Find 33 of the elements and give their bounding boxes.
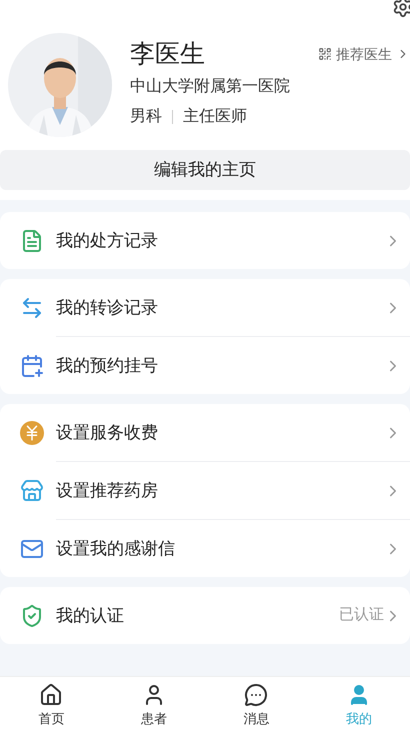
document-icon	[20, 228, 44, 252]
menu-item[interactable]: 设置推荐药房	[0, 462, 410, 519]
title-text: 主任医师	[183, 106, 247, 127]
edit-homepage-button[interactable]: 编辑我的主页	[0, 150, 410, 190]
tab-item[interactable]: 消息	[205, 677, 308, 734]
menu-item[interactable]: 我的处方记录	[0, 212, 410, 269]
menu-item-value: 已认证	[339, 605, 384, 626]
calendar-icon	[20, 354, 44, 378]
menu-item[interactable]: 设置我的感谢信	[0, 520, 410, 577]
doctor-name: 李医生	[130, 39, 205, 69]
department-text: 男科	[130, 107, 162, 127]
shield-check-icon	[20, 604, 44, 628]
chat-icon	[244, 682, 268, 707]
hospital-name: 中山大学附属第一医院	[130, 76, 291, 97]
menu-item[interactable]: 我的认证 已认证	[0, 587, 410, 644]
menu-item[interactable]: 我的转诊记录	[0, 279, 410, 336]
tab-item[interactable]: 首页	[0, 677, 102, 734]
arrows-icon	[20, 296, 44, 320]
menu-item-label: 设置我的感谢信	[56, 538, 176, 560]
menu-item-label: 我的转诊记录	[56, 296, 159, 319]
menu-item-label: 设置推荐药房	[56, 480, 159, 502]
menu-item-label: 我的预约挂号	[56, 354, 159, 377]
menu-item[interactable]: 我的预约挂号	[0, 337, 410, 394]
menu-item[interactable]: 设置服务收费	[0, 404, 410, 461]
menu-item-label: 我的认证	[56, 604, 125, 627]
menu-item-label: 设置服务收费	[56, 422, 159, 444]
recommend-doctor-link[interactable]: 推荐医生	[318, 44, 410, 64]
tab-item[interactable]: 患者	[102, 677, 205, 734]
menu-item-label: 我的处方记录	[56, 230, 159, 252]
home-icon	[39, 682, 64, 707]
qr-code-icon	[318, 47, 332, 61]
store-icon	[20, 478, 44, 502]
yen-icon	[20, 420, 44, 444]
